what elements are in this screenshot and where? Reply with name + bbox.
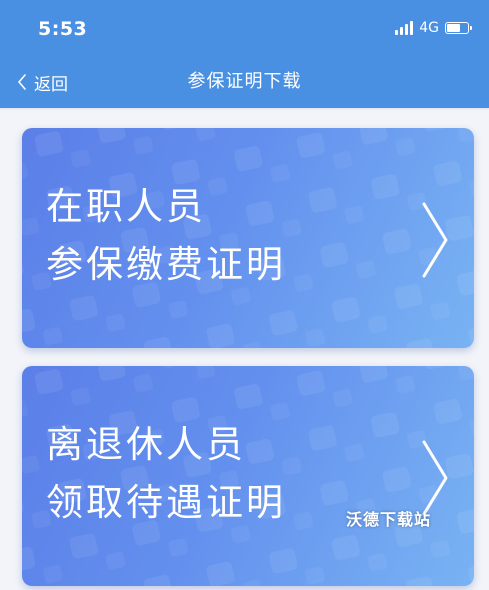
back-button[interactable]: 返回	[16, 56, 68, 108]
network-type: 4G	[419, 20, 439, 36]
signal-icon	[395, 21, 414, 35]
nav-bar: 参保证明下载 返回	[0, 56, 489, 108]
watermark: 沃德下载站	[346, 510, 432, 529]
status-time: 5:53	[38, 18, 88, 40]
status-bar: 5:53 4G	[0, 0, 489, 56]
card-active-employee-certificate[interactable]: 在职人员 参保缴费证明	[22, 128, 474, 348]
card-title-line2: 领取待遇证明	[46, 481, 286, 524]
page-title: 参保证明下载	[187, 71, 302, 92]
status-indicators: 4G	[395, 20, 472, 36]
chevron-right-icon	[422, 202, 448, 278]
card-retiree-benefit-certificate[interactable]: 离退休人员 领取待遇证明	[22, 366, 474, 586]
back-label: 返回	[34, 74, 68, 95]
card-title-line1: 离退休人员	[46, 423, 246, 466]
chevron-left-icon	[18, 74, 26, 90]
battery-icon	[445, 22, 472, 34]
card-title-line1: 在职人员	[46, 185, 206, 228]
card-title-line2: 参保缴费证明	[46, 243, 286, 286]
app-screen: 5:53 4G 参保证明下载 返回 在职人员 参保缴费证明 离退休人员 领取待遇…	[0, 0, 489, 590]
